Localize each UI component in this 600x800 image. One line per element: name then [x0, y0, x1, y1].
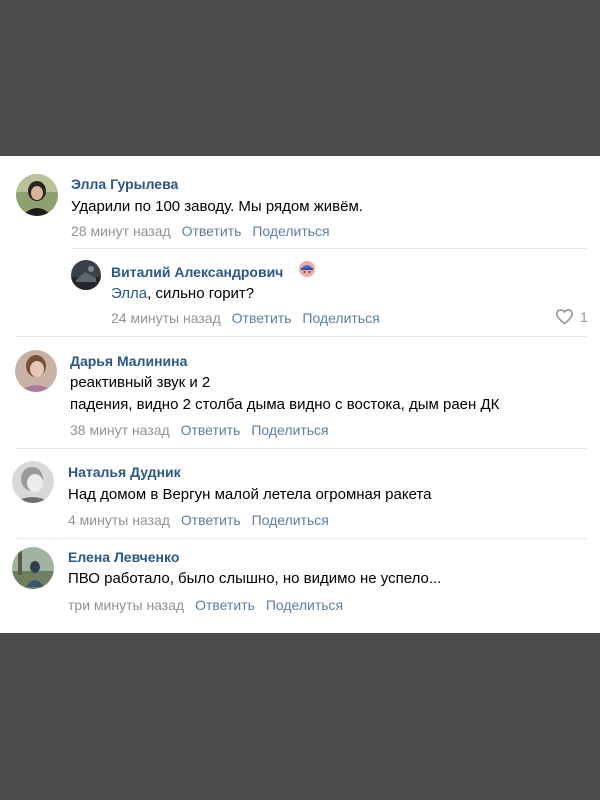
comment-text-line: реактивный звук и 2 [70, 374, 211, 391]
comment-text: Ударили по 100 заводу. Мы рядом живём. [71, 198, 363, 215]
comment-author[interactable]: Наталья Дудник [68, 464, 181, 480]
divider [16, 336, 587, 337]
divider [16, 448, 587, 449]
comment-time[interactable]: 4 минуты назад [68, 512, 170, 528]
like-button[interactable]: 1 [555, 308, 588, 325]
reply-button[interactable]: Ответить [182, 223, 242, 239]
avatar[interactable] [16, 174, 58, 216]
reply-button[interactable]: Ответить [181, 422, 241, 438]
divider [16, 538, 587, 539]
comment-text-line: падения, видно 2 столба дыма видно с вос… [70, 396, 500, 413]
comment-time[interactable]: три минуты назад [68, 597, 184, 613]
helmet-badge-icon [298, 260, 316, 278]
share-button[interactable]: Поделиться [302, 310, 379, 326]
reply-button[interactable]: Ответить [232, 310, 292, 326]
comment-meta: 4 минуты назад Ответить Поделиться [68, 512, 336, 528]
share-button[interactable]: Поделиться [252, 512, 329, 528]
comments-panel: Элла Гурылева Ударили по 100 заводу. Мы … [0, 156, 600, 633]
comment-meta: 28 минут назад Ответить Поделиться [71, 223, 337, 239]
comment-text: ПВО работало, было слышно, но видимо не … [68, 570, 442, 587]
comment-text: Элла, сильно горит? [111, 283, 254, 305]
divider [71, 248, 587, 249]
share-button[interactable]: Поделиться [266, 597, 343, 613]
comment-author[interactable]: Элла Гурылева [71, 176, 178, 192]
reply-button[interactable]: Ответить [181, 512, 241, 528]
like-count: 1 [580, 308, 588, 325]
comment-author[interactable]: Виталий Александрович [111, 264, 283, 280]
avatar[interactable] [71, 260, 101, 290]
comment-meta: три минуты назад Ответить Поделиться [68, 597, 350, 613]
share-button[interactable]: Поделиться [251, 422, 328, 438]
comment-meta: 24 минуты назад Ответить Поделиться [111, 310, 387, 326]
comment-meta: 38 минут назад Ответить Поделиться [70, 422, 336, 438]
comment-author[interactable]: Дарья Малинина [70, 353, 187, 369]
comment-text-body: , сильно горит? [147, 285, 255, 302]
avatar[interactable] [12, 547, 54, 589]
heart-icon [555, 309, 574, 325]
comment-time[interactable]: 38 минут назад [70, 422, 170, 438]
avatar[interactable] [15, 350, 57, 392]
share-button[interactable]: Поделиться [252, 223, 329, 239]
comment-author[interactable]: Елена Левченко [68, 549, 179, 565]
page: { "comments": [ { "author": "Элла Гурыле… [0, 0, 600, 800]
comment-text: Над домом в Вергун малой летела огромная… [68, 486, 432, 503]
reply-button[interactable]: Ответить [195, 597, 255, 613]
comment-time[interactable]: 28 минут назад [71, 223, 171, 239]
avatar[interactable] [12, 461, 54, 503]
comment-time[interactable]: 24 минуты назад [111, 310, 221, 326]
mention-link[interactable]: Элла [111, 285, 147, 302]
